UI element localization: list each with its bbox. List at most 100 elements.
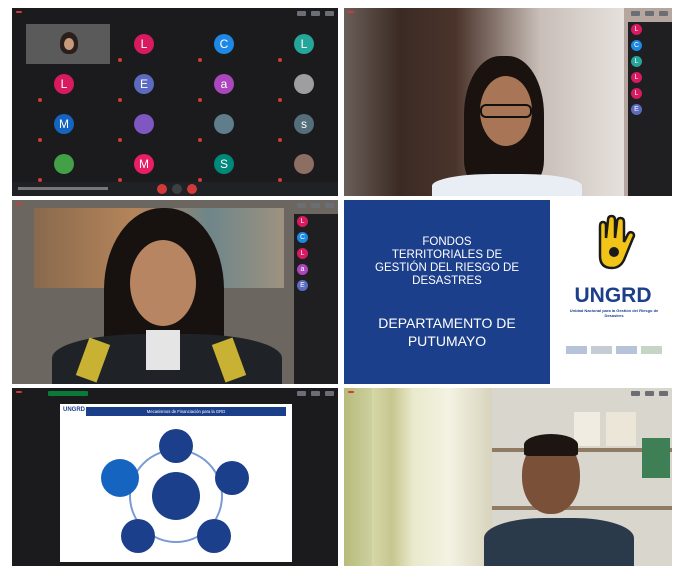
speaker-shirt-3: [484, 518, 634, 566]
chat-icon[interactable]: [311, 11, 320, 16]
sidebar-participant[interactable]: L: [628, 54, 672, 70]
participant-avatar: M: [54, 114, 74, 134]
shirt-collar: [146, 330, 180, 370]
participant-sidebar: LCLLLE: [628, 22, 672, 196]
participant-avatar: L: [294, 34, 314, 54]
shelf-box-2: [606, 412, 636, 446]
camera-toggle-button[interactable]: [187, 184, 197, 194]
chat-icon-3[interactable]: [311, 203, 320, 208]
diagram-node: [159, 429, 193, 463]
participant-avatar: s: [294, 114, 314, 134]
sidebar-participant[interactable]: L: [628, 86, 672, 102]
diagram-node: [101, 459, 139, 497]
recording-badge-3: [16, 203, 22, 205]
muted-mic-icon: [198, 98, 204, 103]
participant-tile[interactable]: E: [112, 70, 176, 106]
muted-mic-icon: [118, 58, 124, 63]
participant-avatar: [54, 154, 74, 174]
sidebar-participant[interactable]: L: [294, 214, 338, 230]
participant-avatar: [134, 114, 154, 134]
leave-call-button[interactable]: [172, 184, 182, 194]
muted-mic-icon: [118, 138, 124, 143]
activities-icon-5[interactable]: [325, 391, 334, 396]
meeting-title-text: [18, 187, 108, 190]
participant-avatar: [294, 154, 314, 174]
participant-tile[interactable]: [272, 70, 336, 106]
chat-icon-2[interactable]: [645, 11, 654, 16]
participant-tile[interactable]: M: [32, 110, 96, 146]
chat-icon-5[interactable]: [311, 391, 320, 396]
participant-tile[interactable]: a: [192, 70, 256, 106]
muted-mic-icon: [278, 98, 284, 103]
activities-icon-2[interactable]: [659, 11, 668, 16]
participant-tile[interactable]: C: [192, 30, 256, 66]
participant-avatar: L: [631, 72, 642, 83]
activities-icon-3[interactable]: [325, 203, 334, 208]
presenting-banner: [48, 391, 88, 396]
participant-avatar: E: [297, 280, 308, 291]
participant-avatar: C: [297, 232, 308, 243]
muted-mic-icon: [118, 98, 124, 103]
sidebar-participant[interactable]: a: [294, 262, 338, 278]
diagram-node: [121, 519, 155, 553]
slide-blue-block: [344, 200, 550, 384]
people-icon-2[interactable]: [631, 11, 640, 16]
participant-tile[interactable]: M: [112, 150, 176, 186]
people-icon-5[interactable]: [297, 391, 306, 396]
top-toolbar-6: [631, 391, 668, 396]
recording-badge-6: [348, 391, 354, 393]
muted-mic-icon: [278, 58, 284, 63]
activities-icon-6[interactable]: [659, 391, 668, 396]
activities-icon[interactable]: [325, 11, 334, 16]
participant-tile[interactable]: L: [112, 30, 176, 66]
slide-title-line: DESASTRES: [412, 275, 482, 287]
participant-tile[interactable]: L: [272, 30, 336, 66]
sidebar-participant[interactable]: L: [294, 246, 338, 262]
slide-subtitle-line: PUTUMAYO: [407, 333, 487, 349]
participant-tile[interactable]: [272, 150, 336, 186]
sidebar-participant[interactable]: L: [628, 70, 672, 86]
sidebar-participant[interactable]: C: [628, 38, 672, 54]
speaker-hair-3: [524, 434, 578, 456]
participant-avatar: L: [631, 56, 642, 67]
participant-tile[interactable]: [112, 110, 176, 146]
panel-speaker-young: LCLaE: [12, 200, 338, 384]
ungrd-hand-logo-icon: [598, 214, 636, 270]
participant-avatar: a: [214, 74, 234, 94]
participant-avatar: [294, 74, 314, 94]
muted-mic-icon: [198, 138, 204, 143]
participant-tile[interactable]: s: [272, 110, 336, 146]
sidebar-participant[interactable]: L: [628, 22, 672, 38]
participant-sidebar-2: LCLaE: [294, 214, 338, 384]
muted-mic-icon: [38, 98, 44, 103]
people-icon-3[interactable]: [297, 203, 306, 208]
participant-avatar: L: [631, 24, 642, 35]
slide-subtitle-line: DEPARTAMENTO DE: [378, 315, 516, 331]
sidebar-participant[interactable]: E: [294, 278, 338, 294]
sidebar-participant[interactable]: C: [294, 230, 338, 246]
participant-avatar: E: [134, 74, 154, 94]
chat-icon-6[interactable]: [645, 391, 654, 396]
curtain: [372, 388, 412, 566]
participant-avatar: L: [54, 74, 74, 94]
participant-grid: LCLLEaMsMS: [32, 30, 332, 190]
sidebar-participant[interactable]: E: [628, 102, 672, 118]
panel-speaker-glasses: LCLLLE: [344, 8, 672, 196]
slide-title-line: GESTIÓN DEL RIESGO DE: [375, 262, 519, 274]
slide-title: FONDOS TERRITORIALES DE GESTIÓN DEL RIES…: [344, 236, 550, 288]
participant-avatar: S: [214, 154, 234, 174]
people-icon-6[interactable]: [631, 391, 640, 396]
top-toolbar-3: [297, 203, 334, 208]
diagram-node: [197, 519, 231, 553]
participant-tile[interactable]: [192, 110, 256, 146]
mic-toggle-button[interactable]: [157, 184, 167, 194]
participant-tile[interactable]: S: [192, 150, 256, 186]
recording-badge-5: [16, 391, 22, 393]
participant-tile[interactable]: [32, 150, 96, 186]
participant-avatar: L: [631, 88, 642, 99]
shelf-box: [574, 412, 600, 446]
green-box: [642, 438, 670, 478]
people-icon[interactable]: [297, 11, 306, 16]
slide-title-line: FONDOS: [422, 236, 472, 248]
participant-tile[interactable]: L: [32, 70, 96, 106]
